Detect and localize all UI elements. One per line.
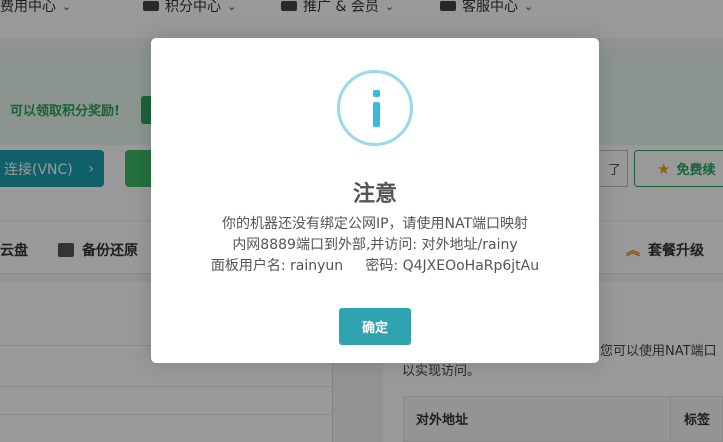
notice-dialog: 注意 你的机器还没有绑定公网IP，请使用NAT端口映射 内网8889端口到外部,… xyxy=(151,38,599,363)
dialog-message-line3: 面板用户名: rainyun 密码: Q4JXEOoHaRp6jtAu xyxy=(210,258,540,274)
info-icon xyxy=(337,70,413,146)
dialog-title: 注意 xyxy=(352,182,397,207)
dialog-message-line1: 你的机器还没有绑定公网IP，请使用NAT端口映射 xyxy=(221,216,529,232)
info-icon-bar xyxy=(373,102,380,127)
confirm-button[interactable]: 确定 xyxy=(339,308,411,345)
dialog-message-line2: 内网8889端口到外部,并访问: 对外地址/rainy xyxy=(232,237,518,253)
info-icon-dot xyxy=(373,90,380,97)
dialog-message: 你的机器还没有绑定公网IP，请使用NAT端口映射 内网8889端口到外部,并访问… xyxy=(151,214,599,277)
